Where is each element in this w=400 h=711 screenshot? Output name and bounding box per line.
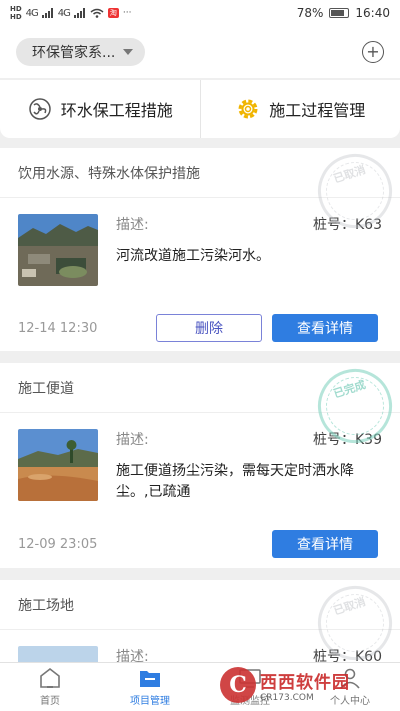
watermark-main: 西西软件园: [260, 672, 350, 693]
stamp-text: 已取消: [331, 163, 368, 186]
description-label: 描述:: [116, 432, 149, 448]
gear-icon: [235, 96, 261, 122]
battery-icon: [329, 8, 350, 18]
status-left: HD HD 4G 4G 淘 ···: [10, 5, 132, 21]
timestamp: 12-09 23:05: [18, 536, 98, 552]
view-details-button[interactable]: 查看详情: [272, 314, 378, 342]
watermark-sub: CR173.COM: [260, 692, 314, 703]
top-bar: 环保管家系... +: [0, 26, 400, 78]
signal-2: 4G: [57, 7, 71, 19]
tab-label: 环水保工程措施: [60, 101, 173, 120]
tab-environmental-measures[interactable]: 环水保工程措施: [0, 80, 200, 138]
site-photo[interactable]: [18, 429, 98, 501]
nav-label: 项目管理: [130, 696, 170, 707]
home-icon: [40, 667, 60, 688]
add-button[interactable]: +: [362, 41, 384, 63]
carrier-indicator: HD HD: [10, 5, 22, 21]
watermark-logo: C: [220, 667, 256, 703]
description-label: 描述:: [116, 217, 149, 233]
signal-bars-icon-2: [73, 8, 85, 18]
battery-fill: [331, 10, 344, 16]
site-photo[interactable]: [18, 214, 98, 286]
nav-project-management[interactable]: 项目管理: [100, 663, 200, 711]
card-category: 饮用水源、特殊水体保护措施 已取消: [0, 148, 400, 238]
wind-icon: [27, 96, 53, 122]
card-footer: 12-14 12:30 删除 查看详情: [18, 314, 378, 342]
card-actions: 查看详情: [272, 530, 378, 558]
tab-label: 施工过程管理: [269, 101, 366, 120]
carrier-1: HD: [10, 5, 22, 13]
nav-label: 首页: [40, 696, 60, 707]
description-label: 描述:: [116, 649, 149, 662]
category-label: 施工便道: [18, 380, 74, 397]
site-photo[interactable]: [18, 646, 98, 662]
tab-construction-process[interactable]: 施工过程管理: [199, 80, 400, 138]
view-details-button[interactable]: 查看详情: [272, 530, 378, 558]
card-actions: 删除 查看详情: [156, 314, 378, 342]
watermark-text: 西西软件园 CR173.COM: [260, 668, 350, 703]
card-category: 施工便道 已完成: [0, 363, 400, 453]
card-category: 施工场地 已取消: [0, 580, 400, 662]
measure-card: 施工便道 已完成 描述: 桩号：K39 施工便道扬尘污染，需每天定时洒水降尘。,…: [0, 363, 400, 568]
description-text: 河流改道施工污染河水。: [116, 248, 270, 264]
project-selector[interactable]: 环保管家系...: [16, 38, 146, 66]
plus-icon: +: [366, 42, 380, 61]
signal-bars-icon: [41, 8, 53, 18]
chevron-down-icon: [123, 49, 134, 55]
status-right: 78% 16:40: [297, 6, 390, 20]
category-label: 施工场地: [18, 597, 74, 614]
nav-home[interactable]: 首页: [0, 663, 100, 711]
stamp-text: 已取消: [331, 595, 368, 618]
stamp-text: 已完成: [331, 378, 368, 401]
carrier-2: HD: [10, 13, 22, 21]
category-label: 饮用水源、特殊水体保护措施: [18, 165, 200, 182]
app-notification-icon: 淘: [107, 8, 119, 18]
clock: 16:40: [355, 6, 390, 20]
card-footer: 12-09 23:05 查看详情: [18, 530, 378, 558]
status-bar: HD HD 4G 4G 淘 ··· 78% 16:40: [0, 0, 400, 26]
measure-card: 施工场地 已取消 描述: 桩号：K60: [0, 580, 400, 662]
battery-percent: 78%: [296, 6, 324, 20]
wifi-icon: [90, 8, 104, 18]
folder-icon: [140, 671, 160, 687]
category-tabs: 环水保工程措施 施工过程管理: [0, 80, 400, 138]
project-name: 环保管家系...: [32, 45, 116, 61]
delete-button[interactable]: 删除: [156, 314, 262, 342]
timestamp: 12-14 12:30: [18, 320, 98, 336]
measure-card: 饮用水源、特殊水体保护措施 已取消 描述: 桩号：K63 河流改道施工污染河水。…: [0, 148, 400, 351]
more-dots-icon: ···: [122, 8, 132, 18]
signal-1: 4G: [25, 7, 39, 19]
description-text: 施工便道扬尘污染，需每天定时洒水降尘。,已疏通: [116, 463, 354, 500]
site-watermark: C 西西软件园 CR173.COM: [220, 666, 382, 704]
